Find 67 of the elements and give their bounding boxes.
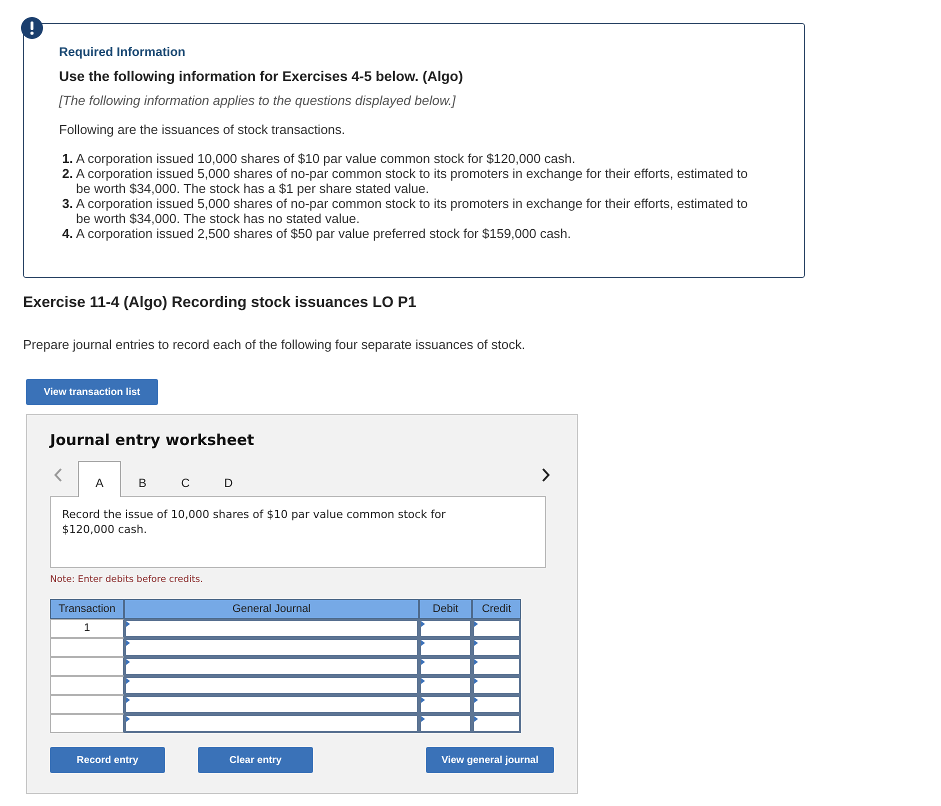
input-field[interactable]	[124, 695, 419, 714]
triangle-icon	[126, 678, 130, 684]
item-number: 1.	[61, 151, 73, 166]
input-field[interactable]	[124, 676, 419, 695]
view-transaction-list-button[interactable]: View transaction list	[26, 379, 158, 405]
instructions-text: Prepare journal entries to record each of the following four separate issuances of stock.	[23, 337, 526, 353]
triangle-icon	[126, 621, 130, 627]
input-field[interactable]	[124, 714, 419, 733]
triangle-icon	[474, 697, 478, 703]
input-field[interactable]	[124, 657, 419, 676]
item-text: A corporation issued 5,000 shares of no-par common stock to its promoters in exchange for their efforts, estimated to be worth $34,000. The stock has a $1 per share stated value.	[76, 166, 749, 196]
item-text: A corporation issued 10,000 shares of $10 par value common stock for $120,000 cash.	[76, 151, 576, 166]
triangle-icon	[421, 659, 425, 665]
exclamation-icon	[21, 17, 43, 39]
triangle-icon	[474, 640, 478, 646]
triangle-icon	[126, 640, 130, 646]
info-title: Use the following information for Exercises 4-5 below. (Algo)	[59, 67, 464, 85]
triangle-icon	[126, 716, 130, 722]
input-field[interactable]	[472, 619, 521, 638]
triangle-icon	[474, 621, 478, 627]
input-field[interactable]	[419, 714, 472, 733]
item-number: 2.	[61, 166, 73, 183]
triangle-icon	[421, 697, 425, 703]
input-field[interactable]	[472, 695, 521, 714]
tab[interactable]: D	[207, 461, 250, 497]
column-header: Debit	[419, 599, 472, 619]
item-text: A corporation issued 2,500 shares of $50 par value preferred stock for $159,000 cash.	[76, 226, 572, 241]
triangle-icon	[126, 697, 130, 703]
item-number: 4.	[61, 226, 73, 241]
item-number: 3.	[61, 196, 73, 213]
input-field[interactable]	[419, 638, 472, 657]
exercise-title: Exercise 11-4 (Algo) Recording stock issuances LO P1	[23, 293, 418, 313]
triangle-icon	[421, 716, 425, 722]
section-label: Required Information	[59, 44, 186, 60]
column-header: General Journal	[124, 599, 419, 619]
note-text: Note: Enter debits before credits.	[50, 574, 204, 586]
input-field[interactable]	[419, 695, 472, 714]
triangle-icon	[126, 659, 130, 665]
input-field[interactable]	[472, 638, 521, 657]
input-field[interactable]	[419, 657, 472, 676]
tab[interactable]: B	[121, 461, 164, 497]
triangle-icon	[474, 659, 478, 665]
column-header: Transaction	[50, 599, 124, 619]
triangle-icon	[474, 716, 478, 722]
worksheet-title: Journal entry worksheet	[50, 430, 256, 450]
input-field[interactable]	[419, 676, 472, 695]
action-button[interactable]: View general journal	[426, 747, 554, 773]
table-cell: 1	[50, 619, 124, 638]
intro-text: Following are the issuances of stock transactions.	[59, 122, 346, 138]
triangle-icon	[474, 678, 478, 684]
action-button[interactable]: Clear entry	[198, 747, 313, 773]
tab[interactable]: A	[78, 461, 121, 497]
action-button[interactable]: Record entry	[50, 747, 165, 773]
column-header: Credit	[472, 599, 521, 619]
triangle-icon	[421, 621, 425, 627]
input-field[interactable]	[419, 619, 472, 638]
input-field[interactable]	[472, 676, 521, 695]
tab[interactable]: C	[164, 461, 207, 497]
item-text: A corporation issued 5,000 shares of no-par common stock to its promoters in exchange for their efforts, estimated to be worth $34,000. The stock has no stated value.	[76, 196, 749, 226]
triangle-icon	[421, 640, 425, 646]
input-field[interactable]	[472, 657, 521, 676]
triangle-icon	[421, 678, 425, 684]
info-subtitle: [The following information applies to the questions displayed below.]	[59, 93, 457, 109]
description-text: Record the issue of 10,000 shares of $10 par value common stock for $120,000 cash.	[62, 507, 447, 537]
input-field[interactable]	[472, 714, 521, 733]
input-field[interactable]	[124, 638, 419, 657]
input-field[interactable]	[124, 619, 419, 638]
